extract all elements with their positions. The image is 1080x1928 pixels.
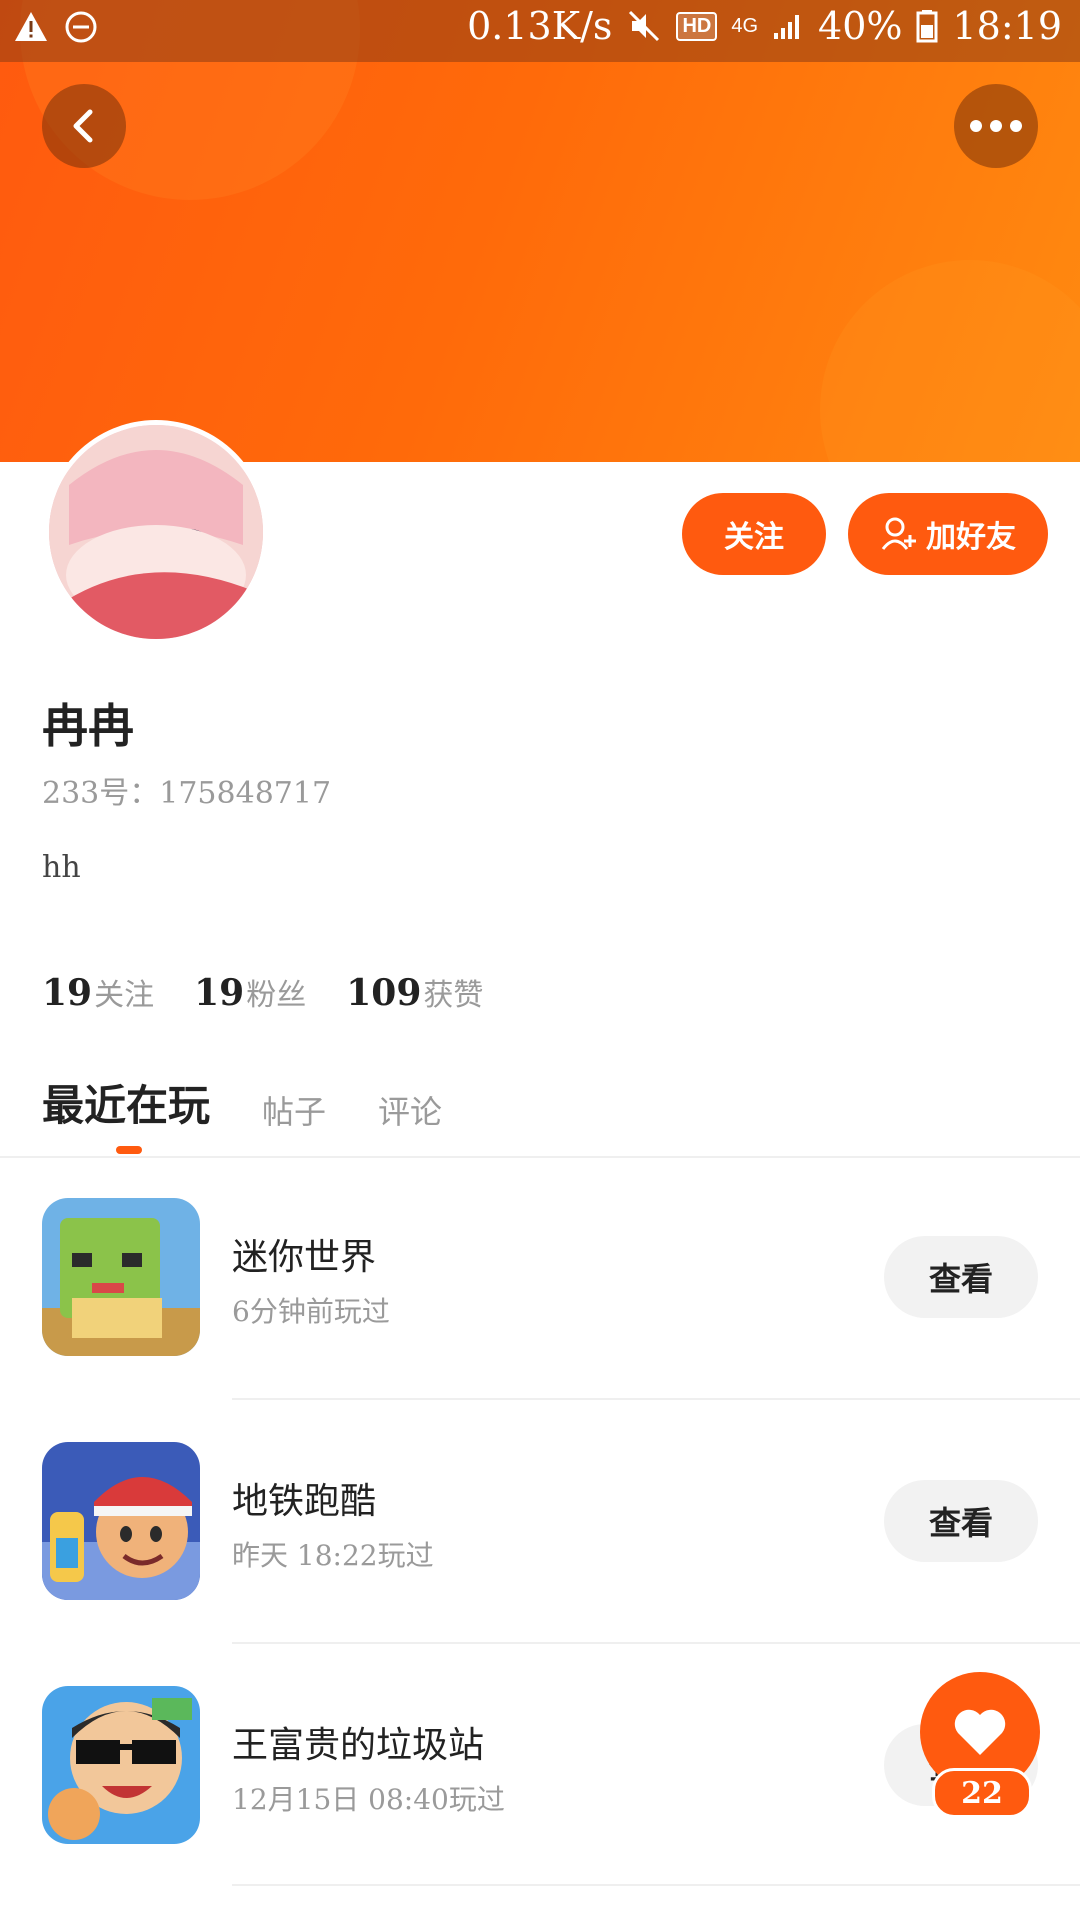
profile-bio: hh <box>42 850 81 885</box>
signal-icon <box>774 15 800 39</box>
game-name: 王富贵的垃圾站 <box>232 1725 485 1766</box>
profile-name: 冉冉 <box>42 699 134 753</box>
add-user-icon <box>881 517 916 550</box>
network-type: 4G <box>731 14 759 37</box>
back-button[interactable] <box>42 84 126 168</box>
follow-button-label: 关注 <box>724 520 784 555</box>
tabs-divider <box>0 1156 1080 1158</box>
banner-decoration <box>820 260 1080 462</box>
add-friend-button[interactable]: 加好友 <box>848 493 1048 575</box>
avatar[interactable] <box>44 420 268 644</box>
more-button[interactable] <box>954 84 1038 168</box>
status-right-icons: 0.13K/s HD 4G 40% 18:19 <box>467 4 1062 48</box>
clock: 18:19 <box>952 4 1062 48</box>
profile-id: 233号：175848717 <box>42 776 332 811</box>
tab-posts[interactable]: 帖子 <box>262 1087 326 1133</box>
game-icon-subway-surfers <box>42 1442 200 1600</box>
like-count-badge: 22 <box>932 1768 1032 1818</box>
battery-icon <box>916 10 938 43</box>
tab-recently-played[interactable]: 最近在玩 <box>42 1072 210 1133</box>
game-list-item[interactable]: 地铁跑酷 昨天 18:22玩过 查看 <box>0 1442 1080 1684</box>
game-last-played: 昨天 18:22玩过 <box>232 1539 434 1572</box>
more-dots-icon <box>970 120 1022 132</box>
game-name: 迷你世界 <box>232 1237 377 1278</box>
stat-label: 粉丝 <box>246 978 307 1013</box>
game-list-item[interactable]: 迷你世界 6分钟前玩过 查看 <box>0 1198 1080 1440</box>
mute-icon <box>629 10 660 42</box>
add-friend-label: 加好友 <box>926 520 1016 555</box>
stat-likes[interactable]: 109获赞 <box>346 970 483 1014</box>
stat-number: 19 <box>42 972 93 1014</box>
profile-header-banner <box>0 0 1080 462</box>
game-list-item[interactable]: 王富贵的垃圾站 12月15日 08:40玩过 查看 <box>0 1686 1080 1928</box>
game-icon-wang-fugui <box>42 1686 200 1844</box>
stat-label: 关注 <box>94 978 155 1013</box>
game-last-played: 6分钟前玩过 <box>232 1295 390 1328</box>
tab-comments[interactable]: 评论 <box>378 1087 442 1133</box>
follow-button[interactable]: 关注 <box>682 493 826 575</box>
back-arrow-icon <box>73 109 93 143</box>
heart-icon <box>954 1709 1006 1755</box>
profile-stats: 19关注 19粉丝 109获赞 <box>42 970 483 1014</box>
warning-icon <box>15 12 47 41</box>
game-icon-mini-world <box>42 1198 200 1356</box>
stat-following[interactable]: 19关注 <box>42 970 154 1014</box>
stat-number: 19 <box>194 972 245 1014</box>
do-not-disturb-icon <box>65 11 97 43</box>
view-button[interactable]: 查看 <box>884 1480 1038 1562</box>
status-bar: 0.13K/s HD 4G 40% 18:19 <box>0 0 1080 62</box>
avatar-illustration <box>49 425 263 639</box>
list-divider <box>232 1398 1080 1400</box>
profile-tabs: 最近在玩 帖子 评论 <box>42 1072 442 1133</box>
game-last-played: 12月15日 08:40玩过 <box>232 1783 505 1816</box>
hd-badge: HD <box>676 11 718 41</box>
active-tab-indicator <box>116 1146 142 1154</box>
view-button[interactable]: 查看 <box>884 1236 1038 1318</box>
stat-label: 获赞 <box>423 978 484 1013</box>
stat-number: 109 <box>346 972 422 1014</box>
game-name: 地铁跑酷 <box>232 1481 377 1522</box>
status-left-icons <box>14 10 98 44</box>
network-speed: 0.13K/s <box>467 4 613 48</box>
avatar-image <box>49 425 263 639</box>
list-divider <box>232 1642 1080 1644</box>
battery-percent: 40% <box>818 4 903 48</box>
stat-fans[interactable]: 19粉丝 <box>194 970 306 1014</box>
list-divider <box>232 1884 1080 1886</box>
